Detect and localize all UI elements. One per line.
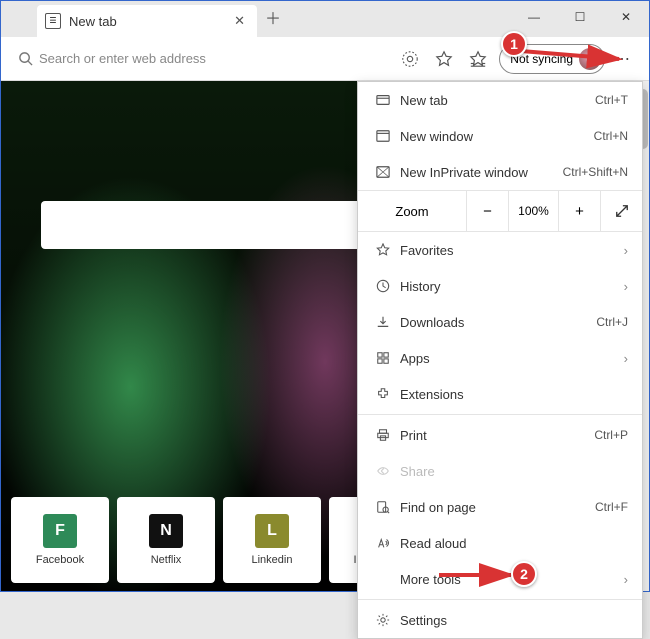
tile-label: Netflix <box>151 554 182 566</box>
tracking-prevention-icon[interactable] <box>393 42 427 76</box>
chevron-right-icon: › <box>624 279 628 294</box>
chevron-right-icon: › <box>624 572 628 587</box>
menu-apps[interactable]: Apps › <box>358 340 642 376</box>
address-bar-placeholder: Search or enter web address <box>39 51 206 66</box>
menu-label: Downloads <box>400 315 596 330</box>
address-bar[interactable]: Search or enter web address <box>11 43 393 75</box>
window-controls: — ☐ ✕ <box>511 1 649 33</box>
menu-label: Favorites <box>400 243 624 258</box>
favorites-bar-icon[interactable] <box>461 42 495 76</box>
menu-settings[interactable]: Settings <box>358 602 642 638</box>
titlebar: ☰ New tab ✕ ＋ — ☐ ✕ <box>1 1 649 37</box>
gear-icon <box>372 613 394 627</box>
app-menu: New tab Ctrl+T New window Ctrl+N New InP… <box>357 81 643 639</box>
download-icon <box>372 315 394 329</box>
tabstrip-left-spacer <box>1 1 37 33</box>
menu-new-inprivate[interactable]: New InPrivate window Ctrl+Shift+N <box>358 154 642 190</box>
extensions-icon <box>372 387 394 401</box>
menu-label: Print <box>400 428 594 443</box>
zoom-value: 100% <box>508 191 558 231</box>
menu-label: New window <box>400 129 594 144</box>
menu-favorites[interactable]: Favorites › <box>358 232 642 268</box>
new-tab-icon <box>372 93 394 107</box>
new-tab-button[interactable]: ＋ <box>257 5 289 29</box>
quick-link-tile[interactable]: L Linkedin <box>223 497 321 583</box>
menu-label: Find on page <box>400 500 595 515</box>
quick-link-tile[interactable]: N Netflix <box>117 497 215 583</box>
maximize-button[interactable]: ☐ <box>557 1 603 33</box>
menu-label: Share <box>400 464 628 479</box>
print-icon <box>372 428 394 442</box>
callout-arrow-1 <box>521 43 631 72</box>
callout-badge-1: 1 <box>501 31 527 57</box>
menu-new-window[interactable]: New window Ctrl+N <box>358 118 642 154</box>
share-icon <box>372 464 394 478</box>
close-window-button[interactable]: ✕ <box>603 1 649 33</box>
search-icon <box>11 51 39 66</box>
menu-history[interactable]: History › <box>358 268 642 304</box>
minimize-button[interactable]: — <box>511 1 557 33</box>
menu-shortcut: Ctrl+J <box>596 315 628 329</box>
menu-label: New InPrivate window <box>400 165 563 180</box>
add-favorite-icon[interactable] <box>427 42 461 76</box>
tile-icon: N <box>149 514 183 548</box>
star-icon <box>372 243 394 257</box>
tab-title: New tab <box>69 14 230 29</box>
menu-zoom-row: Zoom − 100% + <box>358 190 642 232</box>
fullscreen-button[interactable] <box>600 191 642 231</box>
new-window-icon <box>372 129 394 143</box>
callout-arrow-2 <box>433 565 515 590</box>
browser-tab[interactable]: ☰ New tab ✕ <box>37 5 257 37</box>
menu-label: New tab <box>400 93 595 108</box>
menu-label: Settings <box>400 613 628 628</box>
history-icon <box>372 279 394 293</box>
zoom-label: Zoom <box>358 204 466 219</box>
menu-find[interactable]: Find on page Ctrl+F <box>358 489 642 525</box>
menu-share: Share <box>358 453 642 489</box>
menu-shortcut: Ctrl+T <box>595 93 628 107</box>
apps-icon <box>372 351 394 365</box>
quick-link-tile[interactable]: F Facebook <box>11 497 109 583</box>
tile-label: Linkedin <box>252 554 293 566</box>
zoom-in-button[interactable]: + <box>558 191 600 231</box>
menu-shortcut: Ctrl+Shift+N <box>563 165 628 179</box>
tab-favicon: ☰ <box>45 13 61 29</box>
menu-separator <box>358 599 642 600</box>
menu-read-aloud[interactable]: Read aloud <box>358 525 642 561</box>
menu-separator <box>358 414 642 415</box>
callout-badge-2: 2 <box>511 561 537 587</box>
menu-shortcut: Ctrl+F <box>595 500 628 514</box>
tile-icon: F <box>43 514 77 548</box>
menu-label: History <box>400 279 624 294</box>
find-icon <box>372 500 394 514</box>
chevron-right-icon: › <box>624 243 628 258</box>
read-aloud-icon <box>372 536 394 550</box>
menu-downloads[interactable]: Downloads Ctrl+J <box>358 304 642 340</box>
menu-shortcut: Ctrl+N <box>594 129 628 143</box>
menu-label: Apps <box>400 351 624 366</box>
menu-new-tab[interactable]: New tab Ctrl+T <box>358 82 642 118</box>
menu-shortcut: Ctrl+P <box>594 428 628 442</box>
tile-label: Facebook <box>36 554 84 566</box>
menu-label: Read aloud <box>400 536 628 551</box>
chevron-right-icon: › <box>624 351 628 366</box>
menu-extensions[interactable]: Extensions <box>358 376 642 412</box>
close-tab-icon[interactable]: ✕ <box>230 13 249 29</box>
zoom-out-button[interactable]: − <box>466 191 508 231</box>
tile-icon: L <box>255 514 289 548</box>
menu-print[interactable]: Print Ctrl+P <box>358 417 642 453</box>
menu-label: Extensions <box>400 387 628 402</box>
inprivate-icon <box>372 165 394 179</box>
